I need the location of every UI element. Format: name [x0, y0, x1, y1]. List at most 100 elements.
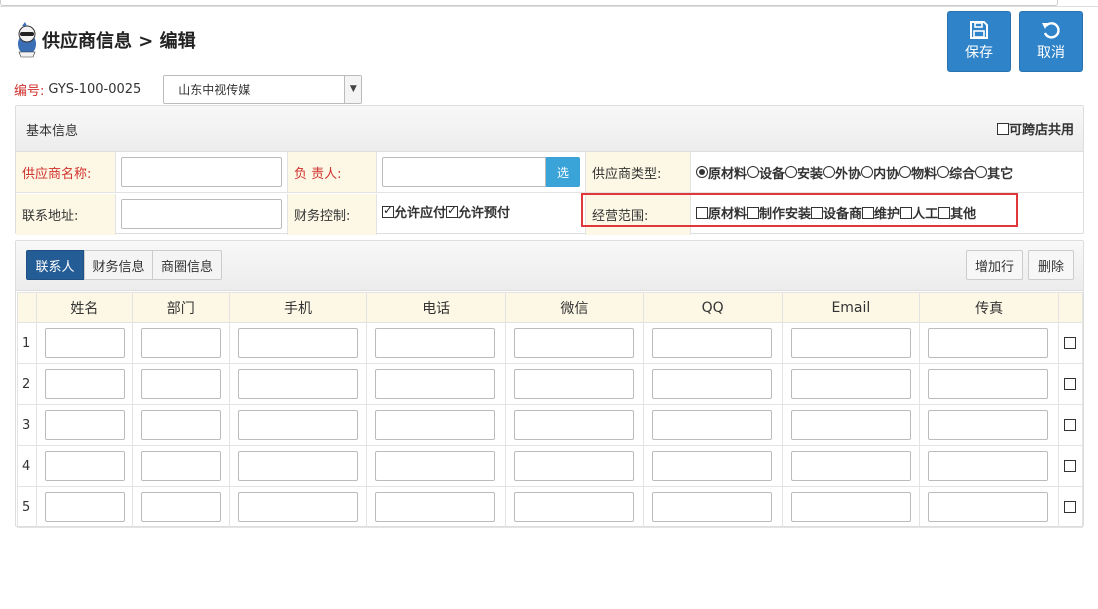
- contact-field-input[interactable]: [44, 410, 125, 440]
- table-cell: [505, 322, 644, 364]
- finance-option[interactable]: 允许预付: [446, 202, 510, 221]
- contact-field-input[interactable]: [928, 451, 1049, 481]
- select-owner-button[interactable]: 选: [546, 157, 580, 187]
- save-button[interactable]: 保存: [947, 11, 1011, 72]
- supplier-type-radio[interactable]: [823, 166, 836, 178]
- cancel-button-label: 取消: [1037, 45, 1065, 61]
- contacts-toolbar: 联系人 财务信息 商圈信息 增加行 删除: [16, 241, 1083, 291]
- contact-field-input[interactable]: [237, 451, 358, 481]
- contact-field-input[interactable]: [237, 328, 358, 358]
- supplier-type-option[interactable]: 综合: [937, 163, 975, 182]
- supplier-type-radio[interactable]: [747, 166, 760, 178]
- contact-field-input[interactable]: [237, 369, 358, 399]
- address-input[interactable]: [121, 199, 282, 229]
- contact-field-input[interactable]: [790, 328, 911, 358]
- column-header: 手机: [228, 292, 368, 323]
- contact-field-input[interactable]: [790, 410, 911, 440]
- contact-field-input[interactable]: [140, 328, 221, 358]
- add-row-button[interactable]: 增加行: [966, 250, 1023, 280]
- contact-field-input[interactable]: [651, 492, 772, 522]
- contact-field-input[interactable]: [928, 369, 1049, 399]
- contact-field-input[interactable]: [375, 492, 496, 522]
- cross-store-share[interactable]: 可跨店共用: [996, 119, 1074, 138]
- table-cell: [781, 486, 921, 528]
- supplier-type-radio[interactable]: [975, 166, 988, 178]
- table-cell: [35, 404, 133, 446]
- supplier-type-option[interactable]: 外协: [823, 163, 861, 182]
- contact-field-input[interactable]: [651, 328, 772, 358]
- contact-field-input[interactable]: [44, 451, 125, 481]
- contact-field-input[interactable]: [651, 369, 772, 399]
- contact-field-input[interactable]: [514, 492, 635, 522]
- row-select-checkbox[interactable]: [1064, 460, 1077, 472]
- cancel-button[interactable]: 取消: [1019, 11, 1083, 72]
- supplier-name-label: 供应商名称:: [16, 152, 116, 192]
- tab-contacts[interactable]: 联系人: [26, 250, 84, 280]
- contact-field-input[interactable]: [44, 369, 125, 399]
- supplier-type-option[interactable]: 物料: [899, 163, 937, 182]
- table-cell: [228, 322, 368, 364]
- contact-field-input[interactable]: [790, 492, 911, 522]
- finance-checkbox[interactable]: [446, 203, 459, 218]
- contact-field-input[interactable]: [375, 328, 496, 358]
- row-number: 1: [17, 322, 37, 364]
- supplier-type-option[interactable]: 安装: [785, 163, 823, 182]
- index-header: [17, 292, 37, 323]
- contact-field-input[interactable]: [44, 328, 125, 358]
- contact-field-input[interactable]: [375, 410, 496, 440]
- tab-business-area[interactable]: 商圈信息: [152, 250, 222, 280]
- supplier-name-input[interactable]: [121, 157, 282, 187]
- contact-field-input[interactable]: [928, 492, 1049, 522]
- row-select-checkbox[interactable]: [1064, 378, 1077, 390]
- form-row-1: 供应商名称: 负 责人: 选 供应商类型: 原材料 设备 安装 外协 内协 物料 综合 其它: [16, 152, 1083, 193]
- supplier-type-radio[interactable]: [785, 166, 798, 178]
- table-cell: [642, 445, 783, 487]
- contact-field-input[interactable]: [928, 328, 1049, 358]
- contact-field-input[interactable]: [514, 328, 635, 358]
- contact-field-input[interactable]: [237, 410, 358, 440]
- row-select-checkbox[interactable]: [1064, 501, 1077, 513]
- table-cell: [919, 322, 1059, 364]
- contact-field-input[interactable]: [514, 451, 635, 481]
- contact-field-input[interactable]: [140, 451, 221, 481]
- store-select[interactable]: 山东中视传媒 ▼: [163, 74, 363, 104]
- owner-input[interactable]: [382, 157, 546, 187]
- supplier-type-radio[interactable]: [937, 166, 950, 178]
- contact-field-input[interactable]: [375, 451, 496, 481]
- contact-field-input[interactable]: [237, 492, 358, 522]
- supplier-type-option[interactable]: 内协: [861, 163, 899, 182]
- supplier-type-option[interactable]: 其它: [975, 163, 1013, 182]
- contact-field-input[interactable]: [140, 410, 221, 440]
- supplier-type-radio[interactable]: [899, 166, 912, 178]
- top-frame-edge: [0, 0, 1098, 7]
- contact-field-input[interactable]: [514, 369, 635, 399]
- table-cell: [919, 486, 1059, 528]
- supplier-type-radio[interactable]: [861, 166, 874, 178]
- contact-field-input[interactable]: [928, 410, 1049, 440]
- row-select-checkbox[interactable]: [1064, 337, 1077, 349]
- contact-field-input[interactable]: [44, 492, 125, 522]
- supplier-type-option[interactable]: 原材料: [696, 163, 747, 182]
- tab-finance-info[interactable]: 财务信息: [84, 250, 153, 280]
- delete-button[interactable]: 删除: [1028, 250, 1074, 280]
- contact-field-input[interactable]: [140, 369, 221, 399]
- contact-field-input[interactable]: [375, 369, 496, 399]
- table-cell: [642, 322, 783, 364]
- save-button-label: 保存: [965, 45, 993, 61]
- contact-field-input[interactable]: [651, 410, 772, 440]
- contact-field-input[interactable]: [140, 492, 221, 522]
- contact-field-input[interactable]: [651, 451, 772, 481]
- row-select-checkbox[interactable]: [1064, 419, 1077, 431]
- finance-option[interactable]: 允许应付: [382, 202, 446, 221]
- contact-field-input[interactable]: [790, 369, 911, 399]
- contact-field-input[interactable]: [790, 451, 911, 481]
- cross-store-checkbox[interactable]: [996, 122, 1009, 135]
- contact-field-input[interactable]: [514, 410, 635, 440]
- table-header-row: 姓名 部门 手机 电话 微信 QQ Email 传真: [17, 292, 1084, 323]
- finance-checkbox[interactable]: [382, 203, 394, 218]
- supplier-type-radio[interactable]: [696, 166, 708, 178]
- supplier-type-option[interactable]: 设备: [747, 163, 785, 182]
- cross-store-label: 可跨店共用: [1008, 123, 1074, 138]
- table-cell: [228, 445, 368, 487]
- table-cell: [505, 486, 644, 528]
